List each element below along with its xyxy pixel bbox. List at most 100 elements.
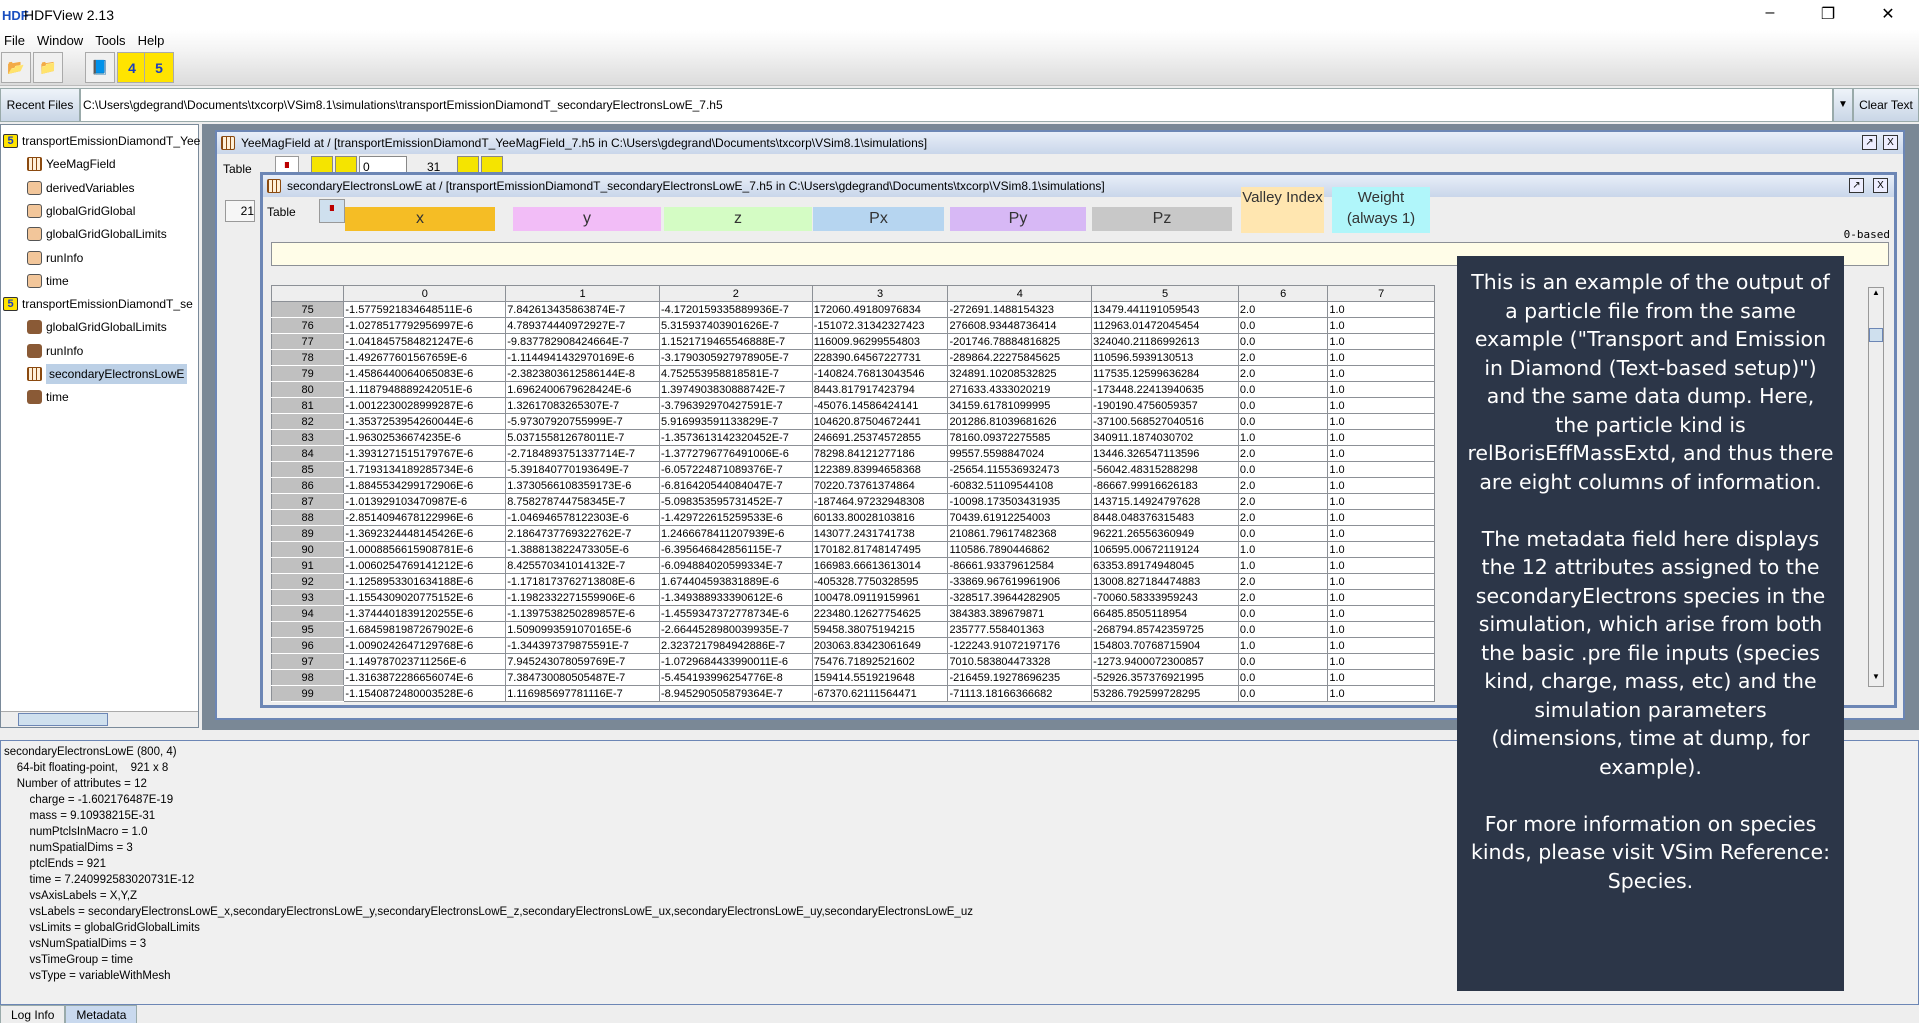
table-cell[interactable]: -2.8514094678122996E-6 xyxy=(343,509,507,526)
row-header[interactable]: 81 xyxy=(270,397,345,414)
table-cell[interactable]: -140824.76813043546 xyxy=(811,365,949,382)
table-cell[interactable]: 2.0 xyxy=(1237,573,1329,590)
scroll-thumb[interactable] xyxy=(18,713,108,726)
table-cell[interactable]: 1.0 xyxy=(1237,637,1329,654)
tree-item[interactable]: YeeMagField xyxy=(27,154,116,174)
menu-file[interactable]: File xyxy=(4,33,25,48)
table-cell[interactable]: 154803.70768715904 xyxy=(1091,637,1239,654)
table-cell[interactable]: -3.1790305927978905E-7 xyxy=(658,349,813,366)
table-cell[interactable]: 1.3974903830888742E-7 xyxy=(658,381,813,398)
table-cell[interactable]: -1.3163872286656074E-6 xyxy=(343,669,507,686)
table-cell[interactable]: -1.3573613142320452E-7 xyxy=(658,429,813,446)
table-cell[interactable]: 1.1521719465546888E-7 xyxy=(658,333,813,350)
table-cell[interactable]: -52926.357376921995 xyxy=(1091,669,1239,686)
table-cell[interactable]: 1.0 xyxy=(1327,445,1435,462)
table-cell[interactable]: -268794.85742359725 xyxy=(1091,621,1239,638)
table-cell[interactable]: -5.098353595731452E-7 xyxy=(658,493,813,510)
row-header[interactable]: 95 xyxy=(270,621,345,638)
table-cell[interactable]: 8448.048376315483 xyxy=(1091,509,1239,526)
table-cell[interactable]: -328517.39644282905 xyxy=(947,589,1093,606)
row-header[interactable]: 92 xyxy=(270,573,345,590)
table-cell[interactable]: 1.5090993591070165E-6 xyxy=(505,621,660,638)
table-cell[interactable]: -1.3692324448145426E-6 xyxy=(343,525,507,542)
table-menu[interactable]: Table xyxy=(267,205,296,219)
tree-item[interactable]: globalGridGlobalLimits xyxy=(27,224,167,244)
table-cell[interactable]: -1.1718173762713808E-6 xyxy=(505,573,660,590)
table-cell[interactable]: 8443.817917423794 xyxy=(811,381,949,398)
table-cell[interactable]: 2.0 xyxy=(1237,301,1329,318)
column-header[interactable]: 4 xyxy=(947,285,1093,302)
recent-files-input[interactable]: C:\Users\gdegrand\Documents\txcorp\VSim8… xyxy=(80,88,1833,122)
table-cell[interactable]: 0.0 xyxy=(1237,381,1329,398)
table-cell[interactable]: -1.0278517792956997E-6 xyxy=(343,317,507,334)
table-cell[interactable]: -1.1144941432970169E-6 xyxy=(505,349,660,366)
tree-item[interactable]: derivedVariables xyxy=(27,178,135,198)
table-cell[interactable]: 1.0 xyxy=(1327,557,1435,574)
table-cell[interactable]: -1.429722615259533E-6 xyxy=(658,509,813,526)
row-header[interactable]: 90 xyxy=(270,541,345,558)
table-cell[interactable]: 324040.21186992613 xyxy=(1091,333,1239,350)
table-cell[interactable]: 0.0 xyxy=(1237,653,1329,670)
table-cell[interactable]: 2.0 xyxy=(1237,589,1329,606)
menu-window[interactable]: Window xyxy=(37,33,83,48)
table-cell[interactable]: 1.0 xyxy=(1327,669,1435,686)
table-cell[interactable]: 7.384730080505487E-7 xyxy=(505,669,660,686)
table-cell[interactable]: 1.0 xyxy=(1327,381,1435,398)
table-cell[interactable]: -60832.51109544108 xyxy=(947,477,1093,494)
table-cell[interactable]: -3.796392970427591E-7 xyxy=(658,397,813,414)
table-cell[interactable]: 0.0 xyxy=(1237,397,1329,414)
tree-item[interactable]: runInfo xyxy=(27,248,83,268)
row-header[interactable]: 97 xyxy=(270,653,345,670)
table-cell[interactable]: -33869.967619961906 xyxy=(947,573,1093,590)
table-cell[interactable]: -1.1397538250289857E-6 xyxy=(505,605,660,622)
table-cell[interactable]: 2.0 xyxy=(1237,349,1329,366)
table-cell[interactable]: 2.1864737769322762E-7 xyxy=(505,525,660,542)
tree-item[interactable]: runInfo xyxy=(27,341,83,361)
table-cell[interactable]: 228390.64567227731 xyxy=(811,349,949,366)
table-cell[interactable]: -1.96302536674235E-6 xyxy=(343,429,507,446)
scroll-up-icon[interactable]: ▲ xyxy=(1869,288,1883,302)
window-titlebar[interactable]: YeeMagField at / [transportEmissionDiamo… xyxy=(217,132,1903,154)
table-cell[interactable]: -1.1540872480003528E-6 xyxy=(343,685,507,702)
table-cell[interactable]: 1.0 xyxy=(1327,301,1435,318)
table-cell[interactable]: -1.5775921834648511E-6 xyxy=(343,301,507,318)
column-header[interactable]: 6 xyxy=(1237,285,1329,302)
table-cell[interactable]: 2.0 xyxy=(1237,509,1329,526)
table-cell[interactable]: 203063.83423061649 xyxy=(811,637,949,654)
table-cell[interactable]: -71113.18166366682 xyxy=(947,685,1093,702)
close-icon[interactable]: ✕ xyxy=(1868,4,1908,24)
table-cell[interactable]: 1.0 xyxy=(1327,621,1435,638)
table-cell[interactable]: 70220.73761374864 xyxy=(811,477,949,494)
column-header[interactable]: 2 xyxy=(658,285,813,302)
restore-icon[interactable]: ↗ xyxy=(1849,178,1864,193)
table-cell[interactable]: 1.3730566108359173E-6 xyxy=(505,477,660,494)
table-cell[interactable]: 1.0 xyxy=(1327,429,1435,446)
table-cell[interactable]: -1.3772796776491006E-6 xyxy=(658,445,813,462)
table-cell[interactable]: 340911.1874030702 xyxy=(1091,429,1239,446)
table-cell[interactable]: 159414.5519219648 xyxy=(811,669,949,686)
table-cell[interactable]: 1.0 xyxy=(1327,413,1435,430)
table-cell[interactable]: 1.0 xyxy=(1327,525,1435,542)
table-cell[interactable]: -2.6644528980039935E-7 xyxy=(658,621,813,638)
open-file-icon[interactable]: 📂 xyxy=(1,52,31,83)
table-cell[interactable]: -1.0060254769141212E-6 xyxy=(343,557,507,574)
table-cell[interactable]: 324891.10208532825 xyxy=(947,365,1093,382)
table-cell[interactable]: 96221.26556360949 xyxy=(1091,525,1239,542)
tree-item[interactable]: secondaryElectronsLowE xyxy=(27,364,188,384)
table-cell[interactable]: 106595.00672119124 xyxy=(1091,541,1239,558)
table-cell[interactable]: 5.916993591133829E-7 xyxy=(658,413,813,430)
column-header[interactable]: 1 xyxy=(505,285,660,302)
table-cell[interactable]: 1.0 xyxy=(1327,685,1435,702)
row-header[interactable]: 75 xyxy=(270,301,345,318)
row-header[interactable]: 85 xyxy=(270,461,345,478)
table-cell[interactable]: 0.0 xyxy=(1237,525,1329,542)
table-cell[interactable]: 235777.558401363 xyxy=(947,621,1093,638)
table-cell[interactable]: -1.7193134189285734E-6 xyxy=(343,461,507,478)
table-cell[interactable]: -272691.1488154323 xyxy=(947,301,1093,318)
table-cell[interactable]: 13479.441191059543 xyxy=(1091,301,1239,318)
table-cell[interactable]: 0.0 xyxy=(1237,605,1329,622)
table-cell[interactable]: -1273.9400072300857 xyxy=(1091,653,1239,670)
table-cell[interactable]: -6.094884020599334E-7 xyxy=(658,557,813,574)
restore-icon[interactable]: ↗ xyxy=(1862,135,1877,150)
row-header[interactable]: 88 xyxy=(270,509,345,526)
